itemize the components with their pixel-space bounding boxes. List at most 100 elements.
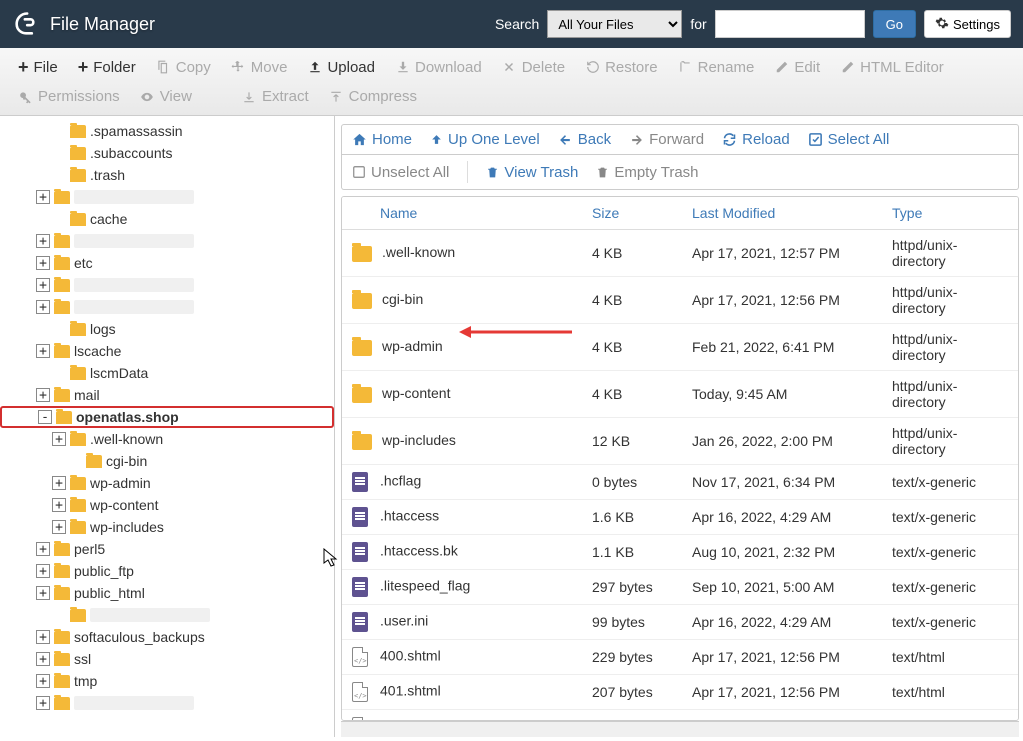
- tree-node[interactable]: +tmp: [0, 670, 334, 692]
- expand-icon[interactable]: +: [36, 234, 50, 248]
- col-size[interactable]: Size: [582, 197, 682, 230]
- expand-icon[interactable]: +: [36, 696, 50, 710]
- tree-node[interactable]: .spamassassin: [0, 120, 334, 142]
- tree-node[interactable]: [0, 604, 334, 626]
- reload-link[interactable]: Reload: [722, 131, 790, 148]
- tree-node[interactable]: +: [0, 692, 334, 714]
- tree-node[interactable]: cgi-bin: [0, 450, 334, 472]
- expand-icon[interactable]: +: [52, 476, 66, 490]
- tree-node[interactable]: +: [0, 186, 334, 208]
- table-row[interactable]: 403.shtml203 bytesApr 17, 2021, 12:56 PM…: [342, 710, 1018, 722]
- back-link[interactable]: Back: [558, 131, 611, 148]
- settings-button[interactable]: Settings: [924, 10, 1011, 38]
- expand-icon[interactable]: +: [36, 388, 50, 402]
- new-folder-button[interactable]: +Folder: [68, 52, 146, 82]
- expand-icon[interactable]: +: [52, 520, 66, 534]
- expand-icon[interactable]: +: [36, 652, 50, 666]
- expand-icon[interactable]: +: [36, 300, 50, 314]
- permissions-button[interactable]: Permissions: [8, 82, 130, 111]
- tree-node[interactable]: +ssl: [0, 648, 334, 670]
- expand-icon[interactable]: +: [36, 278, 50, 292]
- expand-icon[interactable]: +: [36, 586, 50, 600]
- tree-node[interactable]: +wp-includes: [0, 516, 334, 538]
- plus-icon: +: [78, 58, 89, 76]
- tree-node[interactable]: +wp-content: [0, 494, 334, 516]
- folder-icon: [54, 301, 70, 314]
- tree-node[interactable]: +etc: [0, 252, 334, 274]
- expand-icon[interactable]: +: [36, 190, 50, 204]
- tree-node[interactable]: +wp-admin: [0, 472, 334, 494]
- table-row[interactable]: wp-content4 KBToday, 9:45 AMhttpd/unix-d…: [342, 371, 1018, 418]
- col-type[interactable]: Type: [882, 197, 1018, 230]
- table-row[interactable]: .hcflag0 bytesNov 17, 2021, 6:34 PMtext/…: [342, 465, 1018, 500]
- search-go-button[interactable]: Go: [873, 10, 916, 38]
- expand-icon[interactable]: +: [36, 344, 50, 358]
- tree-node[interactable]: +: [0, 296, 334, 318]
- rename-button[interactable]: Rename: [668, 52, 765, 82]
- copy-button[interactable]: Copy: [146, 52, 221, 82]
- collapse-icon[interactable]: -: [38, 410, 52, 424]
- expand-icon[interactable]: +: [52, 498, 66, 512]
- new-file-button[interactable]: +File: [8, 52, 68, 82]
- empty-trash-link[interactable]: Empty Trash: [596, 164, 698, 181]
- tree-node[interactable]: -openatlas.shop: [0, 406, 334, 428]
- table-row[interactable]: 401.shtml207 bytesApr 17, 2021, 12:56 PM…: [342, 675, 1018, 710]
- expand-icon[interactable]: +: [36, 674, 50, 688]
- table-row[interactable]: .htaccess.bk1.1 KBAug 10, 2021, 2:32 PMt…: [342, 535, 1018, 570]
- expand-icon[interactable]: +: [36, 564, 50, 578]
- tree-node[interactable]: +public_html: [0, 582, 334, 604]
- tree-node[interactable]: +perl5: [0, 538, 334, 560]
- home-link[interactable]: Home: [352, 131, 412, 148]
- tree-node[interactable]: +mail: [0, 384, 334, 406]
- table-row[interactable]: .litespeed_flag297 bytesSep 10, 2021, 5:…: [342, 570, 1018, 605]
- delete-button[interactable]: Delete: [492, 52, 575, 82]
- folder-icon: [54, 697, 70, 710]
- view-button[interactable]: View: [130, 82, 202, 111]
- expand-icon[interactable]: +: [36, 630, 50, 644]
- file-table-wrap[interactable]: Name Size Last Modified Type .well-known…: [341, 196, 1019, 721]
- expand-icon[interactable]: +: [36, 542, 50, 556]
- tree-node[interactable]: +: [0, 274, 334, 296]
- tree-node[interactable]: logs: [0, 318, 334, 340]
- html-editor-button[interactable]: HTML Editor: [830, 52, 954, 82]
- table-row[interactable]: .user.ini99 bytesApr 16, 2022, 4:29 AMte…: [342, 605, 1018, 640]
- horizontal-scrollbar[interactable]: [341, 721, 1019, 737]
- tree-node[interactable]: +.well-known: [0, 428, 334, 450]
- gear-icon: [935, 16, 949, 33]
- forward-link[interactable]: Forward: [629, 131, 704, 148]
- expand-icon[interactable]: +: [52, 432, 66, 446]
- upload-button[interactable]: Upload: [297, 52, 385, 82]
- tree-node[interactable]: +lscache: [0, 340, 334, 362]
- tree-node[interactable]: .trash: [0, 164, 334, 186]
- table-row[interactable]: wp-includes12 KBJan 26, 2022, 2:00 PMhtt…: [342, 418, 1018, 465]
- download-button[interactable]: Download: [385, 52, 492, 82]
- select-all-link[interactable]: Select All: [808, 131, 890, 148]
- table-row[interactable]: 400.shtml229 bytesApr 17, 2021, 12:56 PM…: [342, 640, 1018, 675]
- expand-icon[interactable]: +: [36, 256, 50, 270]
- table-row[interactable]: .htaccess1.6 KBApr 16, 2022, 4:29 AMtext…: [342, 500, 1018, 535]
- extract-button[interactable]: Extract: [232, 82, 319, 111]
- view-trash-link[interactable]: View Trash: [486, 164, 578, 181]
- tree-node[interactable]: .subaccounts: [0, 142, 334, 164]
- folder-tree-pane[interactable]: .spamassassin.subaccounts.trash+cache++e…: [0, 116, 335, 737]
- tree-node[interactable]: +public_ftp: [0, 560, 334, 582]
- tree-node[interactable]: cache: [0, 208, 334, 230]
- file-modified: Apr 17, 2021, 12:56 PM: [682, 640, 882, 675]
- move-button[interactable]: Move: [221, 52, 298, 82]
- col-name[interactable]: Name: [342, 197, 582, 230]
- search-input[interactable]: [715, 10, 865, 38]
- tree-node[interactable]: lscmData: [0, 362, 334, 384]
- tree-node[interactable]: +: [0, 230, 334, 252]
- table-row[interactable]: wp-admin4 KBFeb 21, 2022, 6:41 PMhttpd/u…: [342, 324, 1018, 371]
- restore-button[interactable]: Restore: [575, 52, 668, 82]
- table-row[interactable]: .well-known4 KBApr 17, 2021, 12:57 PMhtt…: [342, 230, 1018, 277]
- up-one-level-link[interactable]: Up One Level: [430, 131, 540, 148]
- col-modified[interactable]: Last Modified: [682, 197, 882, 230]
- unselect-all-link[interactable]: Unselect All: [352, 164, 449, 181]
- table-row[interactable]: cgi-bin4 KBApr 17, 2021, 12:56 PMhttpd/u…: [342, 277, 1018, 324]
- file-name: 401.shtml: [380, 683, 441, 699]
- search-scope-select[interactable]: All Your Files: [547, 10, 682, 38]
- tree-node[interactable]: +softaculous_backups: [0, 626, 334, 648]
- compress-button[interactable]: Compress: [319, 82, 427, 111]
- edit-button[interactable]: Edit: [764, 52, 830, 82]
